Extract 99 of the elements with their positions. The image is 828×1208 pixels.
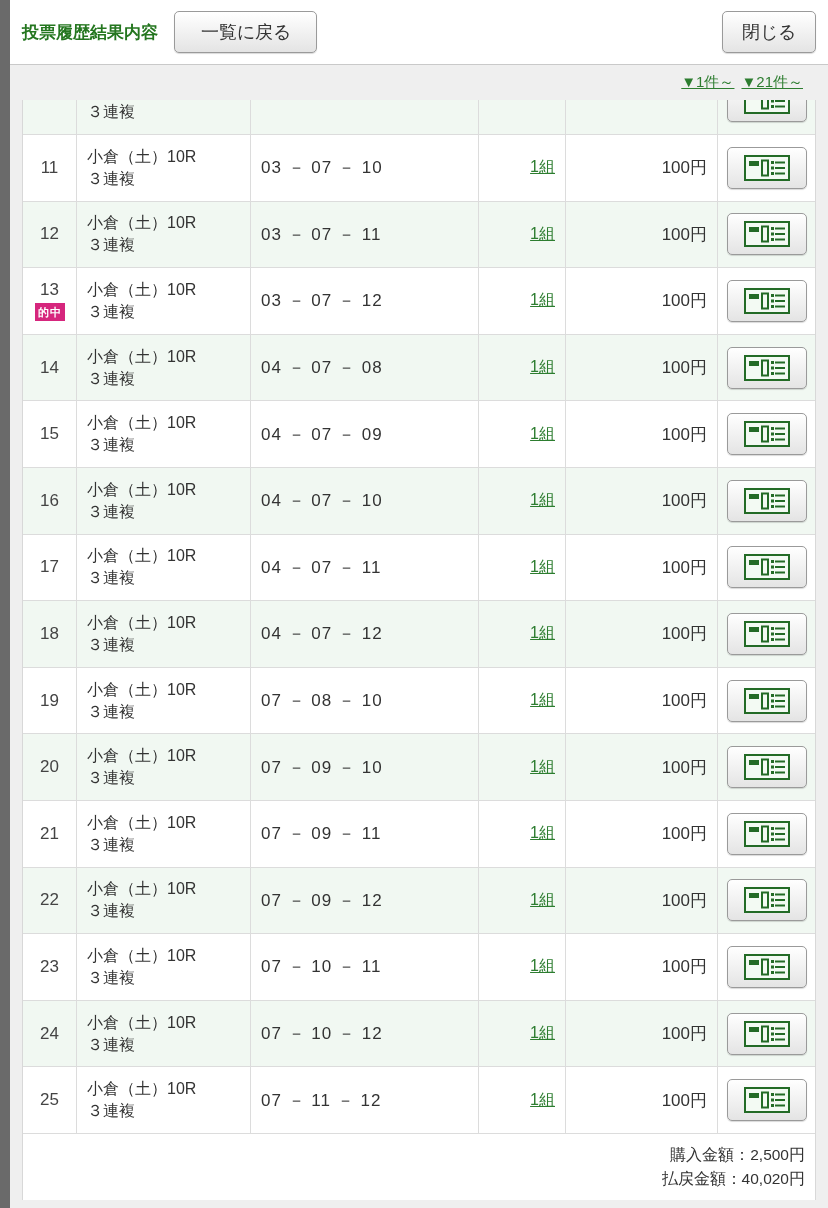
bet-type: ３連複	[87, 368, 135, 389]
count-link[interactable]: 1組	[530, 157, 555, 179]
bet-type: ３連複	[87, 701, 135, 722]
combination-text: 03 － 07 － 10	[261, 157, 383, 180]
bet-type: ３連複	[87, 435, 135, 456]
combination-text: 07 － 09 － 12	[261, 889, 383, 912]
bet-type: ３連複	[87, 1034, 135, 1055]
bet-type: ３連複	[87, 834, 135, 855]
combination-text: 04 － 07 － 08	[261, 357, 383, 380]
row-number: 13	[40, 280, 59, 301]
race-name: 小倉（土）10R	[87, 346, 197, 367]
bet-type: ３連複	[87, 102, 135, 123]
combination-text: 03 － 07 － 12	[261, 290, 383, 313]
race-name: 小倉（土）10R	[87, 1079, 197, 1100]
row-number: 25	[40, 1090, 59, 1111]
amount-text: 100円	[661, 357, 707, 380]
combination-text: 04 － 07 － 09	[261, 423, 383, 446]
bet-type: ３連複	[87, 967, 135, 988]
bet-type: ３連複	[87, 168, 135, 189]
row-number: 19	[40, 690, 59, 711]
bet-type: ３連複	[87, 501, 135, 522]
row-number: 21	[40, 823, 59, 844]
row-number: 14	[40, 357, 59, 378]
race-name: 小倉（土）10R	[87, 879, 197, 900]
race-name: 小倉（土）10R	[87, 213, 197, 234]
combination-text: 07 － 08 － 10	[261, 690, 383, 713]
count-link[interactable]: 1組	[530, 490, 555, 512]
count-link[interactable]: 1組	[530, 556, 555, 578]
bet-type: ３連複	[87, 901, 135, 922]
purchase-total: 購入金額：2,500円	[670, 1144, 805, 1165]
row-number: 20	[40, 757, 59, 778]
pager-link[interactable]: ▼21件～	[741, 73, 803, 92]
amount-text: 100円	[661, 290, 707, 313]
count-link[interactable]: 1組	[530, 290, 555, 312]
bet-type: ３連複	[87, 1101, 135, 1122]
race-name: 小倉（土）10R	[87, 479, 197, 500]
row-number: 22	[40, 890, 59, 911]
amount-text: 100円	[661, 556, 707, 579]
combination-text: 04 － 07 － 12	[261, 623, 383, 646]
count-link[interactable]: 1組	[530, 756, 555, 778]
amount-text: 100円	[661, 823, 707, 846]
count-link[interactable]: 1組	[530, 889, 555, 911]
count-link[interactable]: 1組	[530, 823, 555, 845]
combination-text: 03 － 07 － 11	[261, 223, 382, 246]
row-number: 12	[40, 224, 59, 245]
race-name: 小倉（土）10R	[87, 746, 197, 767]
count-link[interactable]: 1組	[530, 1023, 555, 1044]
count-link[interactable]: 1組	[530, 690, 555, 712]
race-name: 小倉（土）10R	[87, 679, 197, 700]
amount-text: 100円	[661, 490, 707, 513]
amount-text: 100円	[661, 889, 707, 912]
hit-badge: 的中	[34, 303, 65, 322]
count-link[interactable]: 1組	[530, 623, 555, 645]
pager-link[interactable]: ▼1件～	[681, 73, 735, 92]
combination-text: 07 － 10 － 11	[261, 956, 382, 979]
race-name: 小倉（土）10R	[87, 546, 197, 567]
payout-total: 払戻金額：40,020円	[661, 1168, 805, 1189]
back-button[interactable]: 一覧に戻る	[174, 11, 317, 53]
race-name: 小倉（土）10R	[87, 146, 197, 167]
combination-text: 04 － 07 － 10	[261, 490, 383, 513]
count-link[interactable]: 1組	[530, 956, 555, 978]
row-number: 23	[40, 956, 59, 977]
amount-text: 100円	[661, 956, 707, 979]
bet-type: ３連複	[87, 235, 135, 256]
count-link[interactable]: 1組	[530, 357, 555, 379]
row-number: 16	[40, 490, 59, 511]
row-number: 15	[40, 424, 59, 445]
row-number: 11	[40, 157, 59, 178]
amount-text: 100円	[661, 756, 707, 779]
amount-text: 100円	[661, 1023, 707, 1045]
combination-text: 07 － 09 － 11	[261, 823, 382, 846]
count-link[interactable]: 1組	[530, 223, 555, 245]
amount-text: 100円	[661, 223, 707, 246]
combination-text: 07 － 09 － 10	[261, 756, 383, 779]
amount-text: 100円	[661, 423, 707, 446]
amount-text: 100円	[661, 1089, 707, 1112]
close-button[interactable]: 閉じる	[722, 11, 816, 53]
race-name: 小倉（土）10R	[87, 1012, 197, 1033]
count-link[interactable]: 1組	[530, 423, 555, 445]
bet-type: ３連複	[87, 302, 135, 322]
row-number: 18	[40, 623, 59, 644]
race-name: 小倉（土）10R	[87, 413, 197, 434]
race-name: 小倉（土）10R	[87, 945, 197, 966]
combination-text: 04 － 07 － 11	[261, 556, 382, 579]
amount-text: 100円	[661, 623, 707, 646]
bet-type: ３連複	[87, 634, 135, 655]
amount-text: 100円	[661, 690, 707, 713]
page-title: 投票履歴結果内容	[22, 21, 158, 44]
row-number: 24	[40, 1023, 59, 1044]
combination-text: 07 － 10 － 12	[261, 1023, 383, 1045]
count-link[interactable]: 1組	[530, 1089, 555, 1111]
race-name: 小倉（土）10R	[87, 612, 197, 633]
bet-type: ３連複	[87, 768, 135, 789]
combination-text: 07 － 11 － 12	[261, 1089, 382, 1112]
race-name: 小倉（土）10R	[87, 280, 197, 300]
row-number: 17	[40, 557, 59, 578]
amount-text: 100円	[661, 157, 707, 180]
bet-type: ３連複	[87, 568, 135, 589]
race-name: 小倉（土）10R	[87, 812, 197, 833]
